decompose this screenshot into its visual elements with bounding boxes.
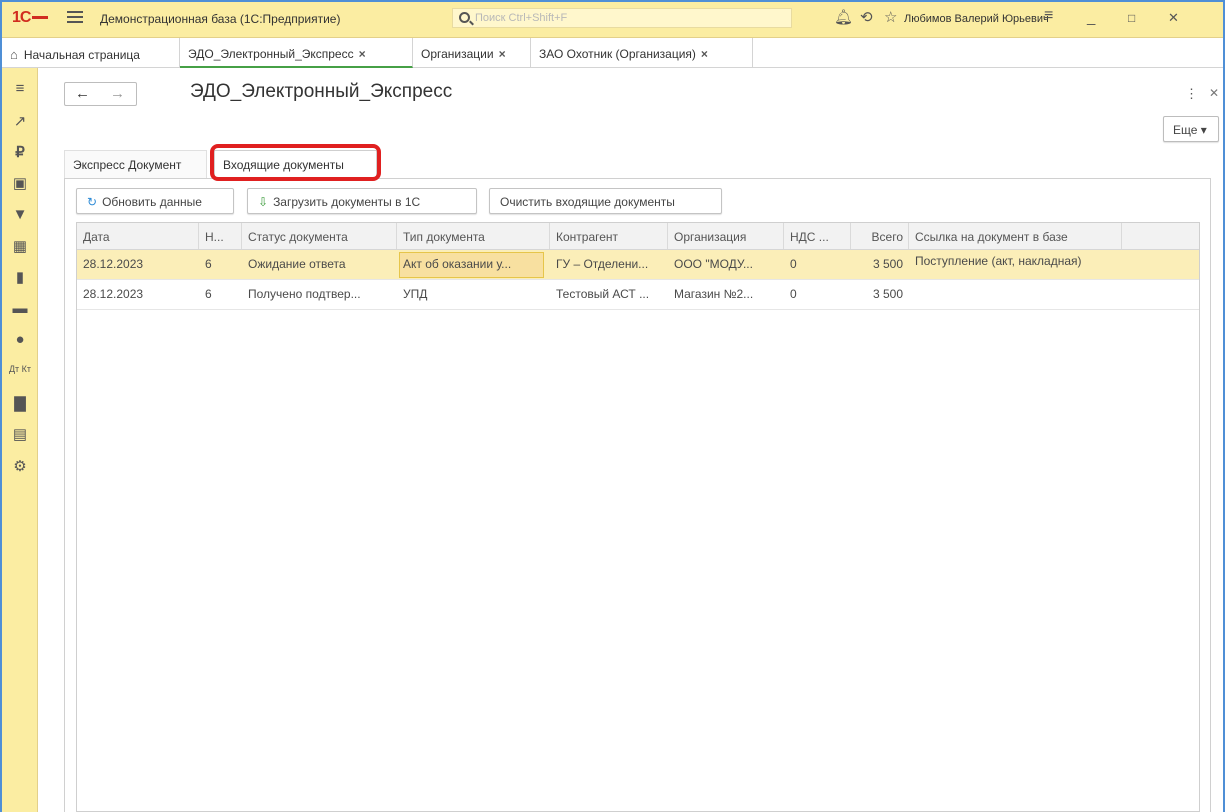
truck-icon[interactable]: ▬ (2, 300, 38, 317)
bag-icon[interactable]: ▣ (2, 174, 38, 192)
button-label: Очистить входящие документы (500, 195, 675, 209)
menu-icon[interactable]: ≡ (2, 80, 38, 97)
cell-counterparty[interactable]: ГУ – Отделени... (550, 250, 668, 279)
col-vat[interactable]: НДС ... (784, 223, 851, 249)
col-organization[interactable]: Организация (668, 223, 784, 249)
main-menu-icon[interactable] (67, 11, 83, 25)
load-icon: ⇩ (258, 195, 269, 209)
tab-label: ЗАО Охотник (Организация) (539, 47, 696, 61)
table-row[interactable]: 28.12.2023 6 Получено подтвер... УПД Тес… (77, 280, 1199, 310)
cell-doc-link[interactable] (909, 280, 1122, 309)
cart-icon[interactable]: ▼ (2, 206, 38, 223)
tab-zao-okhotnik[interactable]: ЗАО Охотник (Организация) × (531, 38, 753, 68)
cell-number[interactable]: 6 (199, 280, 242, 309)
cell-total[interactable]: 3 500 (851, 280, 909, 309)
col-doc-link[interactable]: Ссылка на документ в базе (909, 223, 1122, 249)
close-window-icon[interactable]: ✕ (1168, 10, 1179, 26)
more-button[interactable]: Еще ▾ (1163, 116, 1219, 142)
cell-date[interactable]: 28.12.2023 (77, 250, 199, 279)
col-doc-type[interactable]: Тип документа (397, 223, 550, 249)
search-icon (459, 12, 470, 23)
cell-total[interactable]: 3 500 (851, 250, 909, 279)
col-counterparty[interactable]: Контрагент (550, 223, 668, 249)
cell-vat[interactable]: 0 (784, 250, 851, 279)
highlight-frame (210, 144, 381, 181)
tab-close-icon[interactable]: × (701, 47, 708, 61)
trend-icon[interactable]: ↗ (2, 112, 38, 130)
settings-menu-icon[interactable]: ≡ (1044, 8, 1053, 24)
cell-status[interactable]: Ожидание ответа (242, 250, 397, 279)
docs-icon[interactable]: ▤ (2, 425, 38, 443)
tab-label: Начальная страница (23, 48, 140, 62)
tab-close-icon[interactable]: × (359, 47, 366, 61)
cell-date[interactable]: 28.12.2023 (77, 280, 199, 309)
refresh-icon: ↻ (87, 195, 98, 209)
cell-doc-type[interactable]: УПД (397, 280, 550, 309)
tab-express-document[interactable]: Экспресс Документ (64, 150, 207, 178)
more-label: Еще (1173, 123, 1198, 137)
title-bar: 1С Демонстрационная база (1С:Предприятие… (2, 2, 1223, 38)
col-status[interactable]: Статус документа (242, 223, 397, 249)
nav-buttons: ← → (64, 82, 137, 106)
cell-status[interactable]: Получено подтвер... (242, 280, 397, 309)
button-label: Обновить данные (102, 195, 202, 209)
table-header: Дата Н... Статус документа Тип документа… (77, 223, 1199, 250)
app-title: Демонстрационная база (1С:Предприятие) (100, 12, 341, 26)
bell-icon[interactable]: 🔔︎ (834, 10, 853, 26)
search-placeholder: Поиск Ctrl+Shift+F (475, 12, 568, 24)
form-menu-icon[interactable]: ⋮ (1185, 86, 1198, 102)
favorites-star-icon[interactable]: ☆ (884, 10, 897, 26)
tab-label: ЭДО_Электронный_Экспресс (188, 47, 354, 61)
ruble-icon[interactable]: ₽ (2, 143, 38, 161)
cell-counterparty[interactable]: Тестовый АСТ ... (550, 280, 668, 309)
cell-doc-type[interactable]: Акт об оказании у... (397, 250, 547, 279)
sections-sidebar: ≡ ↗ ₽ ▣ ▼ ▦ ▮ ▬ ● Дт Кт ▇ ▤ ⚙ (2, 68, 38, 812)
bar-chart-icon[interactable]: ▇ (2, 394, 38, 412)
incoming-documents-panel: ↻ Обновить данные ⇩ Загрузить документы в … (64, 178, 1211, 812)
tab-close-icon[interactable]: × (499, 47, 506, 61)
grid-icon[interactable]: ▦ (2, 237, 38, 255)
user-name[interactable]: Любимов Валерий Юрьевич (904, 13, 1049, 25)
history-icon[interactable]: ⟲ (860, 10, 873, 26)
button-label: Загрузить документы в 1С (273, 195, 421, 209)
search-input[interactable]: Поиск Ctrl+Shift+F (452, 8, 792, 28)
col-number[interactable]: Н... (199, 223, 242, 249)
cell-organization[interactable]: Магазин №2... (668, 280, 784, 309)
incoming-documents-table: Дата Н... Статус документа Тип документа… (76, 222, 1200, 812)
form-close-icon[interactable]: ✕ (1209, 86, 1219, 100)
open-windows-bar: ⌂ Начальная страница ЭДО_Электронный_Эксп… (2, 38, 1223, 68)
factory-icon[interactable]: ▮ (2, 268, 38, 286)
form-area: ← → ЭДО_Электронный_Экспресс ⋮ ✕ Еще ▾ Э… (38, 68, 1223, 812)
person-icon[interactable]: ● (2, 331, 38, 348)
cell-doc-link[interactable]: Поступление (акт, накладная) (909, 250, 1122, 279)
forward-arrow-icon[interactable]: → (110, 85, 125, 102)
cell-vat[interactable]: 0 (784, 280, 851, 309)
col-date[interactable]: Дата (77, 223, 199, 249)
col-total[interactable]: Всего (851, 223, 909, 249)
tab-label: Организации (421, 47, 494, 61)
maximize-icon[interactable]: □ (1128, 11, 1135, 25)
tab-label: Экспресс Документ (73, 158, 182, 172)
refresh-data-button[interactable]: ↻ Обновить данные (76, 188, 234, 214)
load-documents-button[interactable]: ⇩ Загрузить документы в 1С (247, 188, 477, 214)
cell-number[interactable]: 6 (199, 250, 242, 279)
tab-edo-express[interactable]: ЭДО_Электронный_Экспресс × (180, 38, 413, 68)
form-title: ЭДО_Электронный_Экспресс (190, 81, 453, 102)
tab-organizations[interactable]: Организации × (413, 38, 531, 68)
minimize-icon[interactable]: _ (1087, 9, 1095, 26)
logo-1c[interactable]: 1С (12, 9, 49, 27)
dt-kt-icon[interactable]: Дт Кт (2, 364, 38, 374)
cell-organization[interactable]: ООО "МОДУ... (668, 250, 784, 279)
tab-home[interactable]: ⌂ Начальная страница (2, 38, 180, 68)
logo-text: 1С (12, 9, 31, 26)
table-row[interactable]: 28.12.2023 6 Ожидание ответа Акт об оказ… (77, 250, 1199, 280)
home-icon: ⌂ (10, 47, 18, 62)
clear-incoming-button[interactable]: Очистить входящие документы (489, 188, 722, 214)
gear-icon[interactable]: ⚙ (2, 457, 38, 475)
back-arrow-icon[interactable]: ← (75, 85, 90, 102)
